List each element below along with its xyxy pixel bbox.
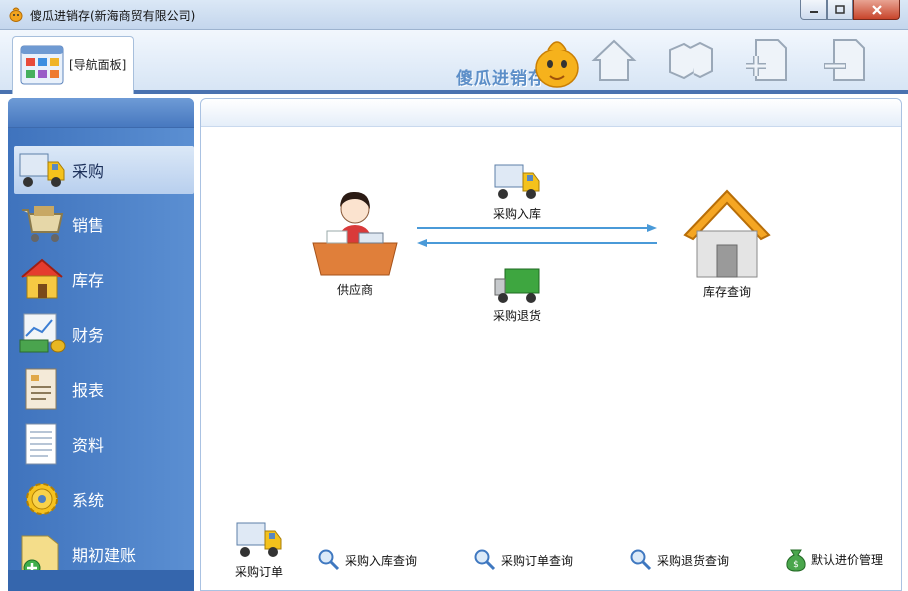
money-bag-icon: $ (786, 549, 806, 572)
sidebar-item-label: 财务 (72, 326, 105, 345)
purchase-order-label: 采购订单 (235, 565, 284, 579)
report-icon (25, 368, 57, 410)
sidebar-item-data[interactable]: 资料 (14, 420, 194, 468)
warehouse-house-icon (21, 258, 63, 299)
home-icon[interactable] (590, 36, 638, 84)
sidebar-item-finance[interactable]: 财务 (14, 310, 194, 358)
purchase-in-query-button[interactable]: 采购入库查询 (317, 548, 417, 572)
purchase-in-node[interactable]: 采购入库 (493, 161, 541, 222)
main-panel-header (201, 99, 901, 127)
nav-panel-tab[interactable]: [导航面板] (12, 36, 134, 94)
sidebar-item-inventory[interactable]: 库存 (14, 255, 194, 303)
add-page-icon[interactable] (742, 36, 790, 84)
sidebar-footer (8, 570, 194, 591)
maximize-icon (835, 4, 845, 14)
sidebar-item-purchase[interactable]: 采购 (14, 146, 194, 194)
supplier-icon (312, 191, 398, 276)
purchase-order-query-button[interactable]: 采购订单查询 (473, 548, 573, 572)
purchase-return-query-button[interactable]: 采购退货查询 (629, 548, 729, 572)
nav-panel-label: [导航面板] (69, 58, 127, 72)
sidebar-item-label: 报表 (72, 381, 105, 400)
minimize-button[interactable] (800, 0, 827, 20)
supplier-label: 供应商 (336, 283, 373, 297)
cubes-icon[interactable] (666, 36, 714, 84)
sidebar-item-label: 期初建账 (72, 546, 137, 565)
flow-arrows (417, 224, 657, 247)
sidebar-item-system[interactable]: 系统 (14, 475, 194, 523)
truck-icon (494, 164, 540, 199)
close-button[interactable] (853, 0, 900, 20)
sidebar-item-label: 销售 (72, 216, 105, 235)
purchase-order-query-label: 采购订单查询 (501, 553, 574, 568)
sidebar-item-reports[interactable]: 报表 (14, 365, 194, 413)
maximize-button[interactable] (827, 0, 853, 20)
purchase-in-query-label: 采购入库查询 (345, 553, 418, 568)
window-title: 傻瓜进销存(新海商贸有限公司) (30, 9, 196, 23)
close-icon (871, 4, 882, 15)
app-logo-icon (9, 7, 23, 22)
sidebar-item-label: 库存 (72, 271, 105, 290)
search-icon (630, 549, 652, 571)
supplier-node[interactable]: 供应商 (309, 187, 401, 298)
sidebar-item-label: 系统 (72, 491, 105, 510)
default-price-button[interactable]: $ 默认进价管理 (783, 546, 883, 572)
main-panel: 供应商 采购入库 采购退货 库存查询 采购订单 采购入库查询 采购订单查询 采购… (200, 98, 902, 591)
return-truck-icon (494, 268, 540, 303)
truck-icon (236, 522, 282, 557)
sidebar-header (8, 98, 194, 128)
truck-icon (19, 153, 65, 187)
minimize-icon (809, 10, 818, 13)
sidebar-item-label: 采购 (72, 162, 105, 181)
shopping-cart-icon (22, 206, 64, 242)
gear-icon (26, 483, 58, 515)
purchase-in-label: 采购入库 (493, 207, 542, 221)
svg-text:$: $ (793, 560, 799, 570)
brand-logo: 傻瓜进销存 (456, 34, 586, 90)
stock-query-label: 库存查询 (702, 285, 751, 299)
sidebar-item-sales[interactable]: 销售 (14, 200, 194, 248)
stock-query-node[interactable]: 库存查询 (677, 187, 777, 300)
document-icon (25, 423, 57, 465)
warehouse-house-icon (683, 189, 771, 278)
purchase-order-button[interactable]: 采购订单 (235, 519, 283, 580)
purchase-return-query-label: 采购退货查询 (657, 553, 730, 568)
purchase-return-node[interactable]: 采购退货 (493, 267, 541, 324)
sidebar-item-label: 资料 (72, 436, 105, 455)
search-icon (474, 549, 496, 571)
search-icon (318, 549, 340, 571)
nav-panel-icon (20, 45, 64, 85)
title-bar: 傻瓜进销存(新海商贸有限公司) (0, 0, 908, 30)
remove-page-icon[interactable] (820, 36, 868, 84)
money-chart-icon (19, 313, 66, 353)
sidebar: 采购 销售 库存 财务 报表 资料 系统 期初建账 (8, 98, 194, 591)
default-price-label: 默认进价管理 (811, 552, 884, 567)
mascot-icon (535, 41, 579, 88)
purchase-return-label: 采购退货 (493, 309, 542, 323)
toolbar: [导航面板] 傻瓜进销存 (0, 30, 908, 94)
